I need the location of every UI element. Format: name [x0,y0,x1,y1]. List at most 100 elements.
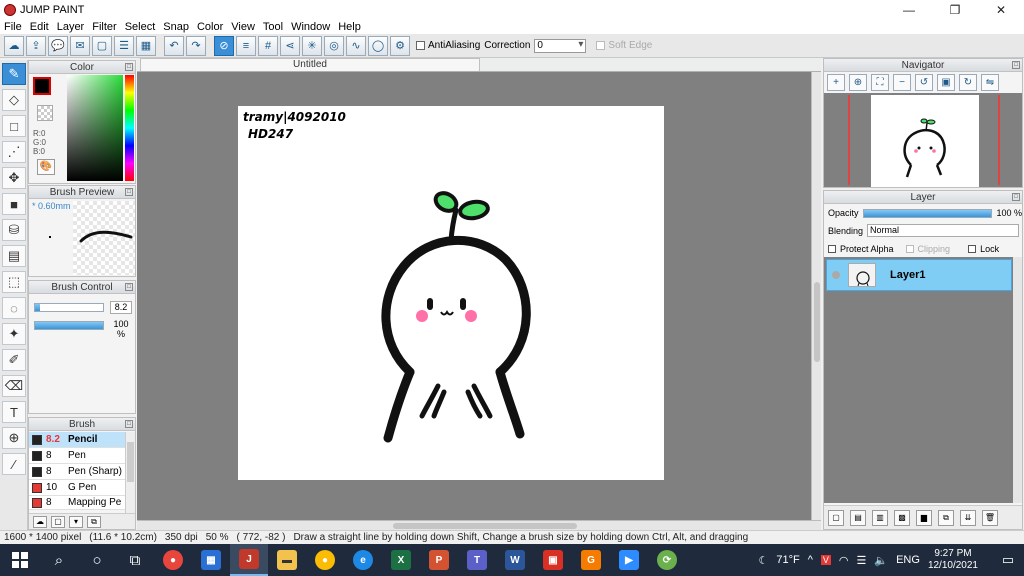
snap-settings-icon[interactable]: ⚙ [390,35,410,56]
new-layer-folder-icon[interactable]: ▤ [850,509,866,526]
page-settings-icon[interactable]: ☰ [114,35,134,56]
brush-opacity-slider[interactable] [34,321,104,330]
move-tool-icon[interactable]: ✥ [2,167,26,189]
menu-window[interactable]: Window [291,21,330,33]
delete-layer-icon[interactable]: 🗑 [982,509,998,526]
weather-temp[interactable]: 71°F [776,554,799,566]
sync-app-icon[interactable]: ⟳ [648,544,686,576]
zoom-in-icon[interactable]: + [827,74,845,91]
minimize-button[interactable]: — [886,0,932,20]
flip-view-icon[interactable]: ⇋ [981,74,999,91]
foreground-color-swatch[interactable] [33,77,51,95]
eraser-tool-icon[interactable]: ◇ [2,89,26,111]
brush-size-input[interactable]: 8.2 [110,301,132,314]
fit-view-icon[interactable]: ⛶ [871,74,889,91]
grid-ruler-icon[interactable]: # [258,35,278,56]
layer-visibility-icon[interactable] [832,271,840,279]
task-view-icon[interactable]: ⧉ [116,544,154,576]
operation-tool-icon[interactable]: ⊕ [2,427,26,449]
pdf-icon[interactable]: ▣ [534,544,572,576]
share-icon[interactable]: ⇪ [26,35,46,56]
document-tab[interactable]: Untitled [140,58,480,71]
layer-opacity-slider[interactable] [862,208,993,218]
shape-tool-icon[interactable]: □ [2,115,26,137]
transparent-color-swatch[interactable] [37,105,53,121]
chrome-browser-icon[interactable]: ● [306,544,344,576]
new-page-icon[interactable]: ▢ [92,35,112,56]
redo-icon[interactable]: ↷ [186,35,206,56]
no-ruler-icon[interactable]: ⊘ [214,35,234,56]
weather-icon[interactable]: ☾ [758,554,768,567]
zoom-app-icon[interactable]: ▶ [610,544,648,576]
zoom-out-icon[interactable]: − [893,74,911,91]
brush-item-pen[interactable]: 8 Pen [29,448,125,464]
maximize-button[interactable]: ❐ [932,0,978,20]
fill-rect-tool-icon[interactable]: ■ [2,193,26,215]
navigator-view[interactable] [824,93,1022,187]
new-halftone-layer-icon[interactable]: ▥ [872,509,888,526]
foxit-icon[interactable]: G [572,544,610,576]
brush-settings-icon[interactable]: ▾ [69,515,83,528]
layer-folder-icon[interactable]: ▆ [916,509,932,526]
new-tone-layer-icon[interactable]: ▩ [894,509,910,526]
jump-paint-taskbar-icon[interactable]: J [230,544,268,576]
dot-line-tool-icon[interactable]: ⋰ [2,141,26,163]
tray-chevron-icon[interactable]: ^ [808,554,813,566]
text-tool-icon[interactable]: T [2,401,26,423]
brush-item-pen-sharp[interactable]: 8 Pen (Sharp) [29,464,125,480]
brush-copy-icon[interactable]: ⧉ [87,515,101,528]
menu-color[interactable]: Color [197,21,223,33]
perspective-ruler-icon[interactable]: ⋖ [280,35,300,56]
cloud-icon[interactable]: ☁ [4,35,24,56]
undo-icon[interactable]: ↶ [164,35,184,56]
canvas-vertical-scrollbar[interactable] [811,72,821,520]
brush-item-mapping-pen[interactable]: 8 Mapping Pe [29,496,125,510]
brush-item-g-pen[interactable]: 10 G Pen [29,480,125,496]
close-button[interactable]: ✕ [978,0,1024,20]
excel-icon[interactable]: X [382,544,420,576]
menu-filter[interactable]: Filter [92,21,116,33]
menu-snap[interactable]: Snap [163,21,189,33]
select-eraser-icon[interactable]: ⌫ [2,375,26,397]
brush-cloud-icon[interactable]: ☁ [33,515,47,528]
brush-size-slider[interactable] [34,303,104,312]
reset-view-icon[interactable]: ▣ [937,74,955,91]
menu-file[interactable]: File [4,21,22,33]
store-icon[interactable]: ▦ [192,544,230,576]
correction-select[interactable]: 0 [534,38,587,53]
soft-edge-checkbox[interactable] [596,41,606,50]
rect-select-icon[interactable]: ⬚ [2,271,26,293]
wifi-icon[interactable]: ☰ [857,554,867,567]
menu-edit[interactable]: Edit [30,21,49,33]
clipping-checkbox[interactable] [905,245,914,253]
layer-item[interactable]: Layer1 [826,259,1012,291]
panel-layout-icon[interactable]: ▦ [136,35,156,56]
bucket-tool-icon[interactable]: ⛁ [2,219,26,241]
word-icon[interactable]: W [496,544,534,576]
magic-wand-icon[interactable]: ✦ [2,323,26,345]
parallel-ruler-icon[interactable]: ≡ [236,35,256,56]
select-pen-icon[interactable]: ✐ [2,349,26,371]
teams-icon[interactable]: T [458,544,496,576]
chrome-icon[interactable]: ● [154,544,192,576]
edge-icon[interactable]: e [344,544,382,576]
protect-alpha-checkbox[interactable] [828,245,836,253]
volume-icon[interactable]: 🔈 [874,554,888,567]
merge-layer-icon[interactable]: ⇊ [960,509,976,526]
palette-icon[interactable]: 🎨 [37,159,55,175]
radial-ruler-icon[interactable]: ✳ [302,35,322,56]
cortana-icon[interactable]: ○ [78,544,116,576]
brush-tool-icon[interactable]: ✎ [2,63,26,85]
clock[interactable]: 9:27 PM 12/10/2021 [928,548,978,572]
curve-ruler-icon[interactable]: ∿ [346,35,366,56]
concentric-ruler-icon[interactable]: ◎ [324,35,344,56]
antialiasing-checkbox[interactable] [416,41,425,50]
search-icon[interactable]: ⌕ [40,544,78,576]
layer-list-scrollbar[interactable] [1013,257,1022,503]
brush-item-pencil[interactable]: 8.2 Pencil [29,432,125,448]
rotate-right-icon[interactable]: ↻ [959,74,977,91]
lock-checkbox[interactable] [968,245,977,253]
gradient-tool-icon[interactable]: ▤ [2,245,26,267]
duplicate-layer-icon[interactable]: ⧉ [938,509,954,526]
message-icon[interactable]: ✉ [70,35,90,56]
